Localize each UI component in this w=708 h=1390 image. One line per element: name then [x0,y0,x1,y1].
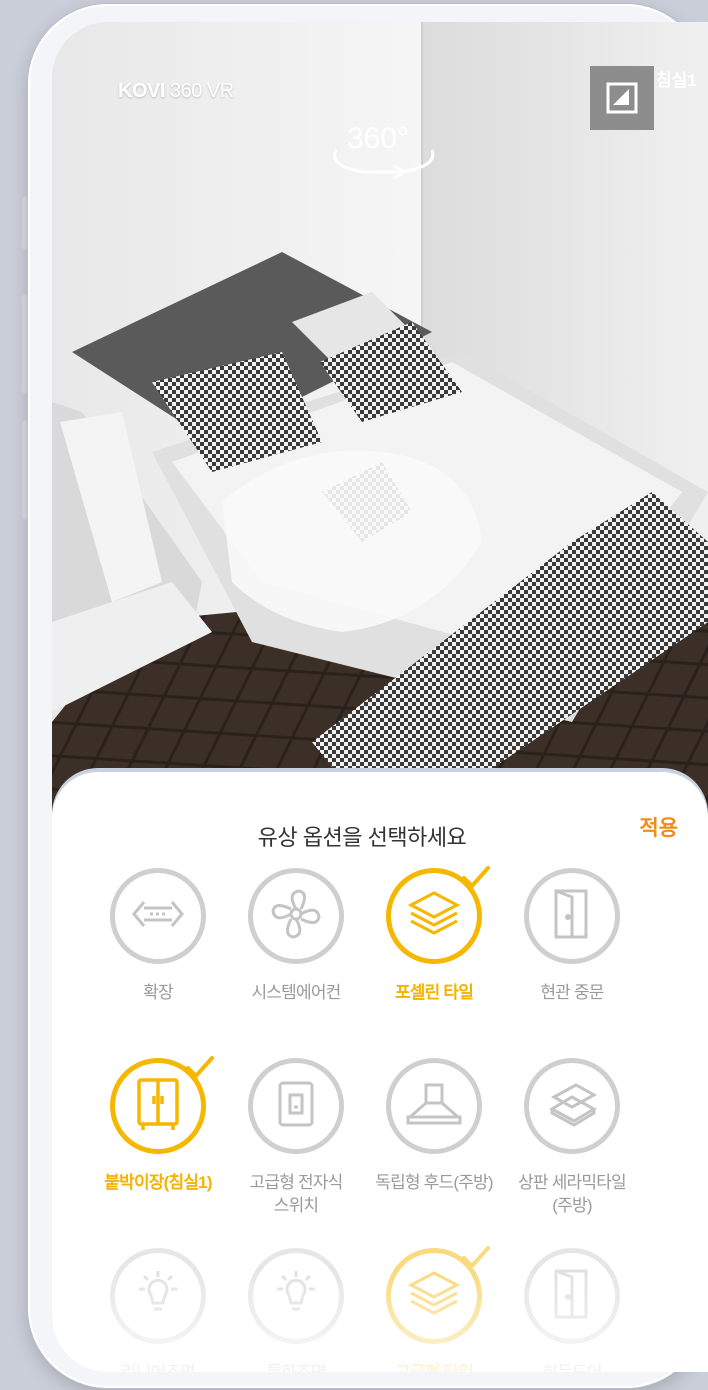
selected-check-icon [461,865,491,896]
option-label: 붙박이장(침실1) [104,1173,212,1192]
apply-button[interactable]: 적용 [639,812,678,842]
option-item[interactable]: 독립형 후드(주방) [364,1058,504,1195]
option-item[interactable]: 포셀린 타일 [364,866,504,1005]
option-label: 확장 [143,983,173,1002]
view-toggle-button[interactable] [590,66,654,130]
option-label: 포셀린 타일 [394,983,474,1002]
option-icon-circle[interactable] [248,1058,344,1154]
option-icon-circle[interactable] [248,868,344,964]
phone-screen: KOVI 360 VR 360° 침실1 유상 옵션을 선택하세요 적용 확장 시… [52,22,708,1372]
ceramic-tile-icon [544,1079,600,1134]
brand-name: KOVI [118,80,165,102]
option-icon-circle[interactable] [110,1056,214,1154]
room-tag[interactable]: 침실1 [656,66,697,91]
option-item[interactable]: 상판 세라믹타일 (주방) [502,1058,642,1218]
option-icon-circle[interactable] [524,868,620,964]
sheet-title: 유상 옵션을 선택하세요 [257,825,467,850]
option-label: 독립형 후드(주방) [375,1173,493,1192]
option-label: 고급형 전자식 스위치 [249,1173,344,1215]
option-label: 상판 세라믹타일 (주방) [518,1173,627,1215]
brand-logo: KOVI 360 VR [118,80,234,103]
option-label: 현관 중문 [540,983,604,1002]
option-icon-circle[interactable] [386,1058,482,1154]
scroll-fade [52,1272,708,1372]
badge-360-text: 360° [347,122,409,155]
option-item[interactable]: 고급형 전자식 스위치 [226,1058,366,1218]
option-icon-circle[interactable] [386,866,490,964]
door-icon [550,887,594,946]
option-icon-circle[interactable] [524,1058,620,1154]
tile-layers-icon [407,889,461,944]
option-label: 시스템에어컨 [251,983,341,1002]
minimize-view-icon [606,82,638,114]
switch-icon [276,1079,316,1134]
option-item[interactable]: 시스템에어컨 [226,868,366,1005]
option-sheet: 유상 옵션을 선택하세요 적용 확장 시스템에어컨 포셀린 타일 현관 중문붙박이장(… [52,772,708,1372]
option-item[interactable]: 붙박이장(침실1) [88,1056,228,1195]
option-item[interactable]: 확장 [88,868,228,1005]
selected-check-icon [185,1055,215,1086]
fan-icon [269,887,323,946]
wardrobe-icon [135,1076,181,1137]
rotate-360-badge: 360° [324,114,442,184]
option-icon-circle[interactable] [110,868,206,964]
brand-suffix: 360 VR [169,80,234,102]
range-hood-icon [404,1081,464,1132]
expand-arrows-icon [130,894,186,939]
option-item[interactable]: 현관 중문 [502,868,642,1005]
